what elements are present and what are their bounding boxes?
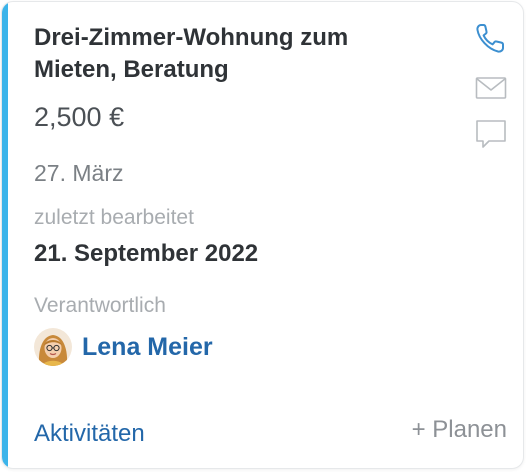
last-edited-value: 21. September 2022	[34, 240, 259, 267]
deal-title[interactable]: Drei-Zimmer-Wohnung zum Mieten, Beratung	[34, 22, 434, 86]
chat-icon[interactable]	[473, 116, 509, 152]
deal-price: 2,500 €	[34, 102, 125, 132]
deal-date: 27. März	[34, 160, 124, 186]
responsible-person[interactable]: Lena Meier	[34, 326, 213, 368]
last-edited-label: zuletzt bearbeitet	[34, 206, 194, 229]
avatar	[34, 328, 72, 366]
responsible-name[interactable]: Lena Meier	[82, 333, 213, 362]
responsible-label: Verantwortlich	[34, 294, 166, 317]
deal-card[interactable]: Drei-Zimmer-Wohnung zum Mieten, Beratung…	[1, 1, 524, 469]
activities-link[interactable]: Aktivitäten	[34, 420, 145, 448]
card-accent-bar	[2, 2, 8, 468]
plan-button[interactable]: + Planen	[412, 416, 507, 444]
phone-icon[interactable]	[473, 20, 509, 56]
mail-icon[interactable]	[473, 70, 509, 106]
